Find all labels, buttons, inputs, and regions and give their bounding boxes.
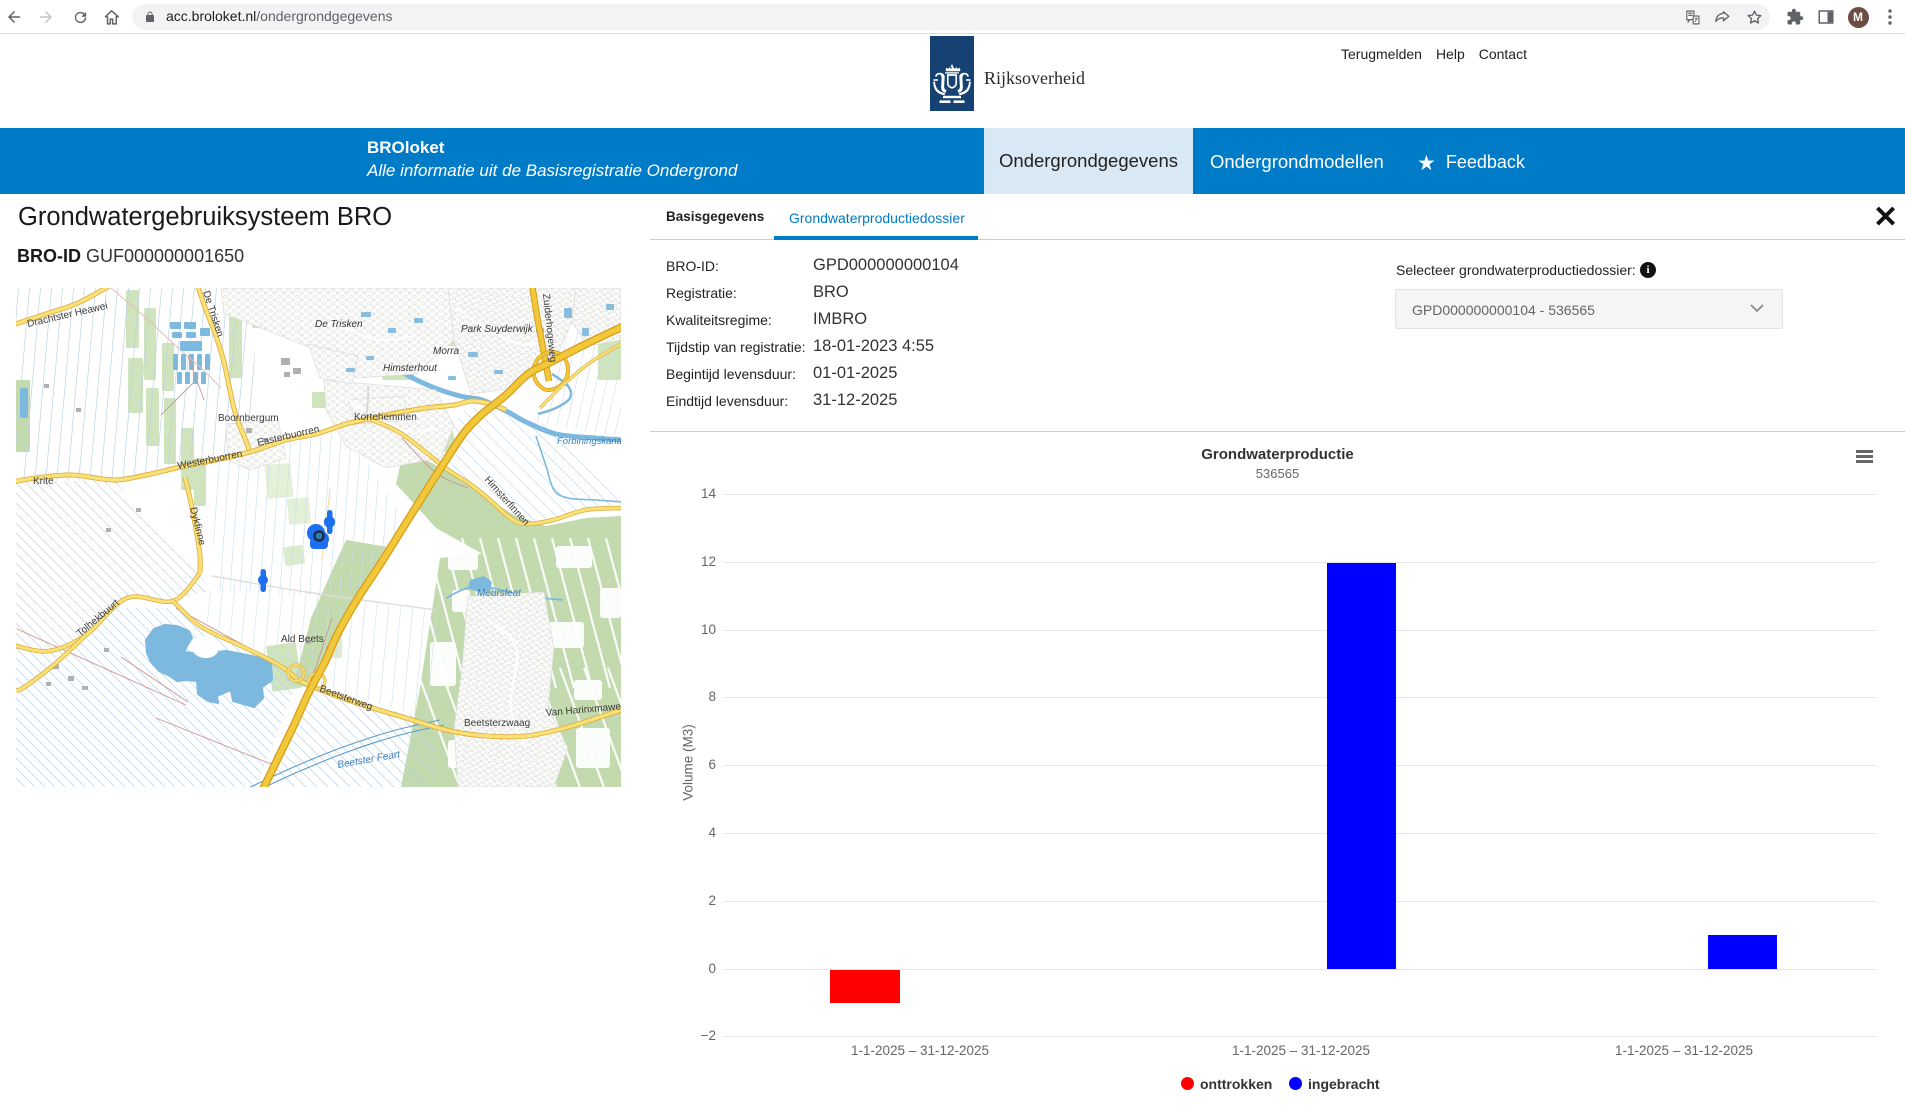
svg-text:Morra: Morra [433,346,460,357]
svg-text:Himsterhout: Himsterhout [383,363,438,374]
svg-text:Krite: Krite [33,476,54,487]
svg-text:Boornbergum: Boornbergum [218,413,279,424]
svg-text:De Trisken: De Trisken [315,319,363,330]
svg-text:Forbiningskanaal: Forbiningskanaal [557,436,621,447]
svg-text:Kortehemmen: Kortehemmen [354,412,417,423]
svg-text:Ald Beets: Ald Beets [281,634,324,645]
svg-text:Mearsleat: Mearsleat [477,588,522,599]
svg-text:Beetsterzwaag: Beetsterzwaag [464,718,530,729]
svg-text:Park Suyderwijk: Park Suyderwijk [461,324,534,335]
